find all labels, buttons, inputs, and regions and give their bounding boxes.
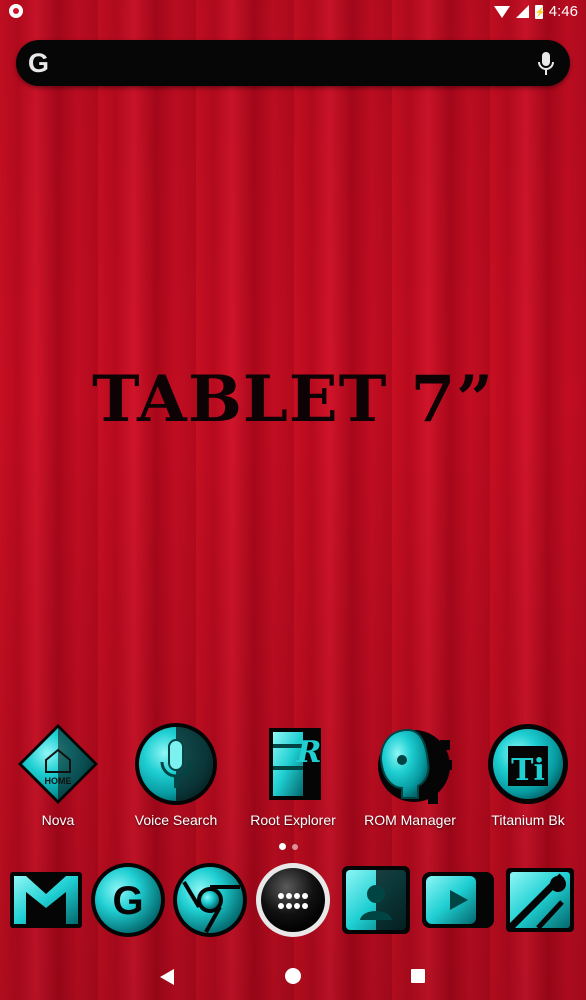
- google-logo: G: [28, 48, 50, 78]
- app-nova[interactable]: HOME Nova: [3, 722, 113, 828]
- wallpaper-title: TABLET 7”: [92, 362, 494, 437]
- nova-home-icon: HOME: [16, 722, 100, 806]
- titanium-inner: Ti: [511, 753, 545, 788]
- app-label: Nova: [41, 812, 75, 828]
- page-indicator: [279, 843, 298, 850]
- app-label: Voice Search: [134, 812, 218, 828]
- wallpaper: [0, 0, 586, 1000]
- google-maps-icon[interactable]: [502, 862, 578, 938]
- voice-search-icon: [134, 722, 218, 806]
- app-titanium-backup[interactable]: Ti Titanium Bk: [473, 722, 583, 828]
- record-icon: [9, 4, 23, 18]
- google-icon[interactable]: G: [90, 862, 166, 938]
- page-dot-active: [279, 843, 286, 850]
- contacts-icon[interactable]: [338, 862, 414, 938]
- app-voice-search[interactable]: Voice Search: [121, 722, 231, 828]
- status-bar: ⚡ 4:46: [0, 0, 586, 24]
- app-label: Titanium Bk: [491, 812, 565, 828]
- gmail-icon[interactable]: [8, 862, 84, 938]
- navigation-bar: [0, 950, 586, 1000]
- back-icon[interactable]: [160, 969, 174, 985]
- nova-inner-text: HOME: [45, 776, 72, 786]
- titanium-backup-icon: Ti: [486, 722, 570, 806]
- google-inner: G: [112, 879, 143, 923]
- home-icon[interactable]: [285, 968, 301, 984]
- app-drawer-icon[interactable]: [255, 862, 331, 938]
- page-dot: [292, 844, 298, 850]
- root-explorer-inner: R: [296, 735, 322, 770]
- chrome-icon[interactable]: [172, 862, 248, 938]
- mic-icon[interactable]: [538, 52, 554, 76]
- youtube-icon[interactable]: [420, 862, 496, 938]
- app-rom-manager[interactable]: ROM Manager: [355, 722, 465, 828]
- wifi-icon: [493, 5, 510, 18]
- clock: 4:46: [548, 3, 578, 20]
- app-label: ROM Manager: [364, 812, 456, 828]
- root-explorer-icon: R: [251, 722, 335, 806]
- recents-icon[interactable]: [411, 969, 425, 983]
- app-root-explorer[interactable]: R Root Explorer: [238, 722, 348, 828]
- rom-manager-icon: [368, 722, 452, 806]
- signal-icon: [515, 5, 529, 18]
- battery-icon: ⚡: [534, 4, 547, 19]
- app-label: Root Explorer: [250, 812, 336, 828]
- google-search-bar[interactable]: G: [16, 40, 570, 86]
